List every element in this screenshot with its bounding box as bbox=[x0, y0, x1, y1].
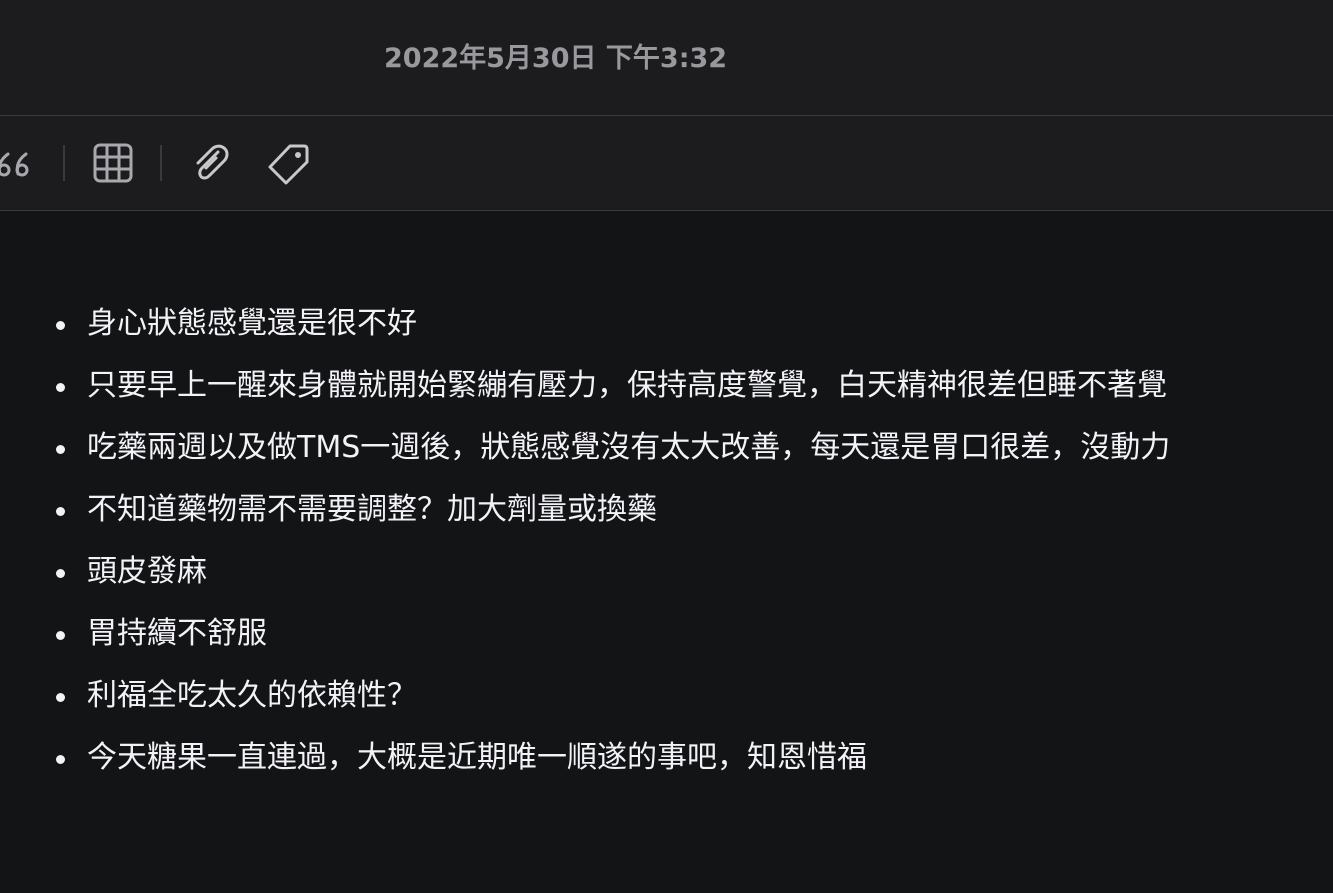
bullet-dot bbox=[56, 383, 65, 392]
list-item: 今天糖果一直連過，大概是近期唯一順遂的事吧，知恩惜福 bbox=[56, 736, 1170, 798]
toolbar-divider bbox=[63, 145, 65, 181]
tag-button[interactable] bbox=[266, 140, 312, 186]
bullet-dot bbox=[56, 507, 65, 516]
bullet-dot bbox=[56, 755, 65, 764]
list-item-text: 利福全吃太久的依賴性？ bbox=[87, 678, 417, 713]
table-button[interactable] bbox=[90, 140, 136, 186]
list-item-text: 只要早上一醒來身體就開始緊繃有壓力，保持高度警覺，白天精神很差但睡不著覺 bbox=[87, 368, 1167, 403]
tag-icon bbox=[268, 144, 309, 185]
header-bar: 2022年5月30日 下午3:32 bbox=[0, 0, 1333, 116]
bullet-dot bbox=[56, 693, 65, 702]
quote-button[interactable] bbox=[0, 140, 38, 186]
list-item: 胃持續不舒服 bbox=[56, 612, 1170, 674]
bullet-dot bbox=[56, 445, 65, 454]
note-body[interactable]: 身心狀態感覺還是很不好 只要早上一醒來身體就開始緊繃有壓力，保持高度警覺，白天精… bbox=[0, 211, 1333, 893]
bullet-dot bbox=[56, 569, 65, 578]
list-item: 頭皮發麻 bbox=[56, 550, 1170, 612]
toolbar-divider bbox=[160, 145, 162, 181]
notes-app: 2022年5月30日 下午3:32 身心狀態感覺還是很不好 只要早上一醒來身體就… bbox=[0, 0, 1333, 893]
quote-icon bbox=[0, 152, 29, 177]
list-item-text: 不知道藥物需不需要調整？加大劑量或換藥 bbox=[87, 492, 657, 527]
list-item-text: 吃藥兩週以及做TMS一週後，狀態感覺沒有太大改善，每天還是胃口很差，沒動力 bbox=[87, 430, 1171, 465]
list-item: 不知道藥物需不需要調整？加大劑量或換藥 bbox=[56, 488, 1170, 550]
note-timestamp: 2022年5月30日 下午3:32 bbox=[384, 43, 728, 74]
list-item-text: 胃持續不舒服 bbox=[87, 616, 267, 651]
list-item-text: 今天糖果一直連過，大概是近期唯一順遂的事吧，知恩惜福 bbox=[87, 740, 867, 775]
list-item: 吃藥兩週以及做TMS一週後，狀態感覺沒有太大改善，每天還是胃口很差，沒動力 bbox=[56, 426, 1170, 488]
attach-button[interactable] bbox=[188, 140, 234, 186]
list-item-text: 頭皮發麻 bbox=[87, 554, 207, 589]
bullet-dot bbox=[56, 631, 65, 640]
list-item-text: 身心狀態感覺還是很不好 bbox=[87, 306, 417, 341]
list-item: 只要早上一醒來身體就開始緊繃有壓力，保持高度警覺，白天精神很差但睡不著覺 bbox=[56, 364, 1170, 426]
formatting-toolbar bbox=[0, 116, 1333, 211]
list-item: 利福全吃太久的依賴性？ bbox=[56, 674, 1170, 736]
bullet-dot bbox=[56, 321, 65, 330]
list-item: 身心狀態感覺還是很不好 bbox=[56, 302, 1170, 364]
table-icon bbox=[93, 143, 133, 183]
bullet-list: 身心狀態感覺還是很不好 只要早上一醒來身體就開始緊繃有壓力，保持高度警覺，白天精… bbox=[56, 302, 1170, 798]
paperclip-icon bbox=[196, 144, 229, 180]
